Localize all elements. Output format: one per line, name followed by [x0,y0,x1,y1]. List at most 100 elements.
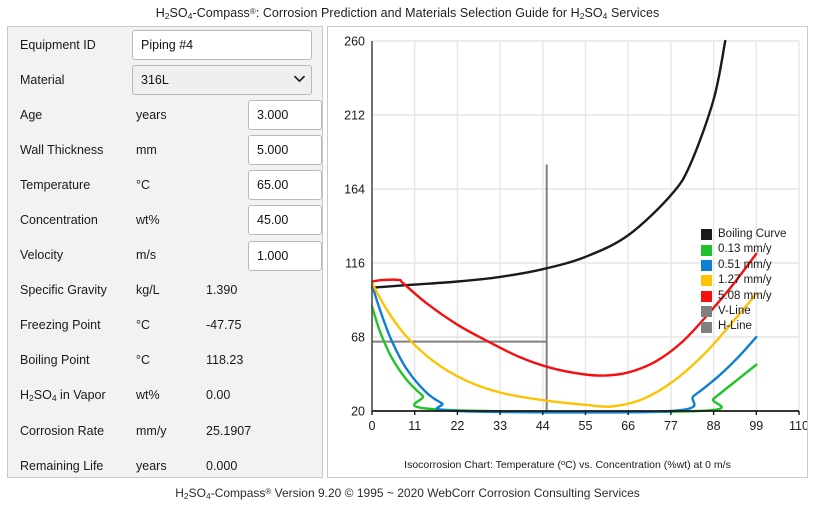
freezing-point-label: Freezing Point [20,318,101,333]
legend-swatch-icon [701,321,712,333]
legend-item-label: Boiling Curve [718,228,787,240]
temperature-label: Temperature [20,177,91,192]
title-seg-5: SO [584,5,603,20]
h2so4-in-vapor-value: 0.00 [206,388,231,403]
title-seg-3: -Compass [192,5,250,20]
isocorrosion-chart-panel: 20 68 116 164 212 260 0 11 22 33 44 55 66 77 88 99 110 B… [327,26,808,478]
field-row-age: Age years [8,97,322,132]
footer: H2SO4-Compass® Version 9.20 © 1995 ~ 202… [0,481,815,505]
field-row-material: Material 316L [8,62,322,97]
temperature-unit: °C [136,177,151,192]
x-axis-tick-label: 22 [450,419,464,433]
x-axis-tick-label: 88 [707,419,721,433]
field-row-freezing-point: Freezing Point °C -47.75 [8,308,322,343]
x-axis-tick-label: 44 [536,419,550,433]
title-seg-4: : Corrosion Prediction and Materials Sel… [255,5,580,20]
specific-gravity-value: 1.390 [206,283,238,298]
chart-caption: Isocorrosion Chart: Temperature (oC) vs.… [328,458,807,471]
age-input[interactable] [248,100,322,131]
caption-seg-1: Isocorrosion Chart: Temperature ( [404,459,561,471]
chart-legend: Boiling Curve 0.13 mm/y 0.51 mm/y 1.27 mm/y… [701,227,806,335]
concentration-label: Concentration [20,213,98,228]
legend-swatch-icon [701,290,712,302]
field-row-velocity: Velocity m/s [8,238,322,273]
field-row-h2so4-in-vapor: H2SO4 in Vapor wt% 0.00 [8,378,322,413]
legend-item: 0.13 mm/y [701,242,806,257]
vapor-seg-2: SO [33,387,52,402]
x-axis-tick-label: 99 [749,419,763,433]
velocity-unit: m/s [136,248,157,263]
wall-thickness-input[interactable] [248,135,322,166]
x-axis-tick-label: 33 [493,419,507,433]
vapor-seg-3: in Vapor [56,387,106,402]
vapor-seg-1: H [20,387,30,402]
velocity-label: Velocity [20,248,64,263]
chart-series-line [370,281,758,408]
material-select[interactable]: 316L [132,65,312,96]
legend-swatch-icon [701,275,712,287]
age-label: Age [20,107,43,122]
field-row-remaining-life: Remaining Life years 0.000 [8,448,322,483]
legend-item-label: 0.13 mm/y [718,243,772,256]
page-title-text: H2SO4-Compass®: Corrosion Prediction and… [156,6,660,21]
temperature-input[interactable] [248,170,322,201]
remaining-life-value: 0.000 [206,458,238,473]
title-seg-2: SO [169,5,188,20]
chart-series-line [370,283,758,414]
page-title: H2SO4-Compass®: Corrosion Prediction and… [0,0,815,26]
title-seg-1: H [155,5,165,20]
field-row-equipment-id: Equipment ID [8,27,322,62]
h2so4-in-vapor-label: H2SO4 in Vapor [20,388,130,403]
x-axis-tick-label: 0 [369,419,376,433]
wall-thickness-unit: mm [136,142,157,157]
boiling-point-value: 118.23 [206,353,244,368]
y-axis-tick-label: 20 [351,405,365,419]
concentration-unit: wt% [136,213,160,228]
legend-item-label: 0.51 mm/y [718,258,772,271]
remaining-life-unit: years [136,458,167,473]
field-row-temperature: Temperature °C [8,167,322,202]
caption-seg-2: C) vs. Concentration (%wt) at 0 m/s [565,459,731,471]
x-axis-tick-label: 77 [664,419,678,433]
legend-item: H-Line [701,319,806,334]
legend-swatch-icon [701,244,712,256]
legend-swatch-icon [701,229,712,241]
legend-item: V-Line [701,304,806,319]
velocity-input[interactable] [248,240,322,271]
material-label: Material [20,72,65,87]
boiling-point-label: Boiling Point [20,353,90,368]
h2so4-in-vapor-unit: wt% [136,388,160,403]
field-row-wall-thickness: Wall Thickness mm [8,132,322,167]
corrosion-rate-unit: mm/y [136,423,167,438]
corrosion-rate-value: 25.1907 [206,423,252,438]
legend-swatch-icon [701,259,712,271]
h2so4-compass-app: H2SO4-Compass®: Corrosion Prediction and… [0,0,815,505]
legend-item: 5.08 mm/y [701,289,806,304]
footer-seg-1: H [175,485,184,500]
legend-item-label: V-Line [718,304,751,317]
y-axis-tick-label: 212 [344,109,365,123]
specific-gravity-label: Specific Gravity [20,283,107,298]
field-row-specific-gravity: Specific Gravity kg/L 1.390 [8,273,322,308]
legend-item-label: H-Line [718,320,752,333]
field-row-corrosion-rate: Corrosion Rate mm/y 25.1907 [8,413,322,448]
y-axis-tick-label: 164 [344,183,365,197]
legend-item-label: 1.27 mm/y [718,274,772,287]
freezing-point-unit: °C [136,318,151,333]
field-row-boiling-point: Boiling Point °C 118.23 [8,343,322,378]
legend-item: 1.27 mm/y [701,273,806,288]
equipment-id-input[interactable] [132,30,312,60]
footer-seg-4: Version 9.20 © 1995 ~ 2020 WebCorr Corro… [271,485,640,500]
field-row-concentration: Concentration wt% [8,202,322,237]
legend-swatch-icon [701,306,712,318]
freezing-point-value: -47.75 [206,318,242,333]
remaining-life-label: Remaining Life [20,458,104,473]
corrosion-rate-label: Corrosion Rate [20,423,105,438]
footer-seg-3: -Compass [210,485,266,500]
boiling-point-unit: °C [136,353,151,368]
x-axis-tick-label: 55 [579,419,593,433]
wall-thickness-label: Wall Thickness [20,142,104,157]
main-content: Equipment ID Material 316L Age years Wal… [0,26,815,479]
y-axis-tick-label: 116 [345,257,365,271]
concentration-input[interactable] [248,205,322,236]
